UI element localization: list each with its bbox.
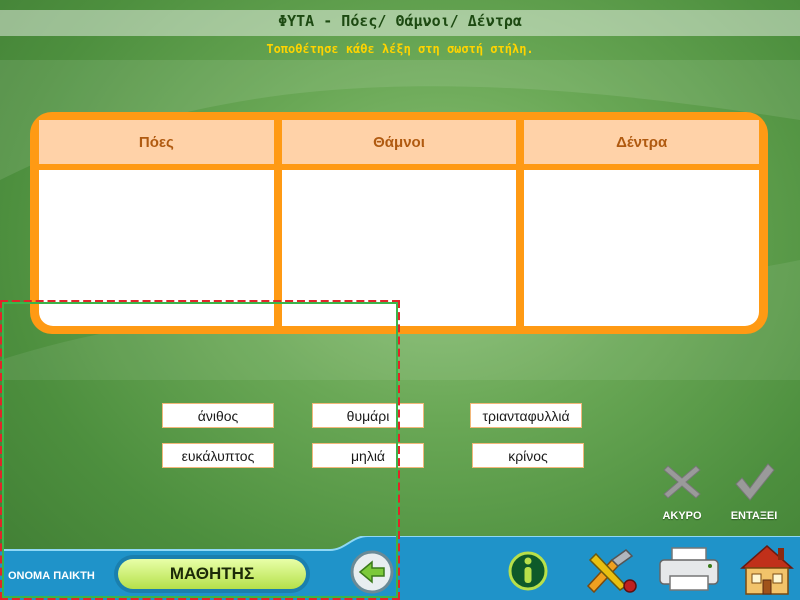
column-poes: Πόες: [39, 120, 274, 326]
instructions: Τοποθέτησε κάθε λέξη στη σωστή στήλη.: [266, 42, 534, 56]
tools-icon[interactable]: [582, 546, 640, 594]
printer-icon[interactable]: [656, 546, 722, 592]
column-dentra: Δέντρα: [524, 120, 760, 326]
ok-button[interactable]: ΕΝΤΑΞΕΙ: [724, 460, 784, 522]
column-thamnoi: Θάμνοι: [281, 120, 517, 326]
cancel-label: ΑΚΥΡΟ: [662, 510, 702, 522]
column-header: Δέντρα: [524, 120, 760, 164]
word-card[interactable]: μηλιά: [312, 443, 424, 468]
column-header: Πόες: [39, 120, 274, 164]
player-name-field[interactable]: ΜΑΘΗΤΗΣ: [114, 555, 310, 593]
drop-zone-poes[interactable]: [39, 170, 274, 326]
info-icon[interactable]: [508, 550, 548, 592]
player-name-label: ΟΝΟΜΑ ΠΑΙΚΤΗ: [8, 570, 95, 582]
word-card[interactable]: κρίνος: [472, 443, 584, 468]
cancel-button[interactable]: ΑΚΥΡΟ: [652, 460, 712, 522]
cancel-x-icon: [663, 465, 701, 499]
checkmark-icon: [735, 463, 775, 501]
back-arrow-icon[interactable]: [350, 550, 394, 594]
sorting-board: Πόες Θάμνοι Δέντρα: [30, 112, 768, 334]
home-icon[interactable]: [738, 542, 796, 596]
drop-zone-dentra[interactable]: [524, 170, 760, 326]
drop-zone-thamnoi[interactable]: [281, 170, 517, 326]
column-header: Θάμνοι: [281, 120, 517, 164]
page-title: ΦΥΤΑ - Πόες/ Θάμνοι/ Δέντρα: [278, 12, 522, 30]
player-name-value: ΜΑΘΗΤΗΣ: [118, 559, 306, 589]
word-card[interactable]: άνιθος: [162, 403, 274, 428]
ok-label: ΕΝΤΑΞΕΙ: [730, 510, 778, 522]
word-card[interactable]: θυμάρι: [312, 403, 424, 428]
word-card[interactable]: ευκάλυπτος: [162, 443, 274, 468]
word-card[interactable]: τριανταφυλλιά: [470, 403, 582, 428]
